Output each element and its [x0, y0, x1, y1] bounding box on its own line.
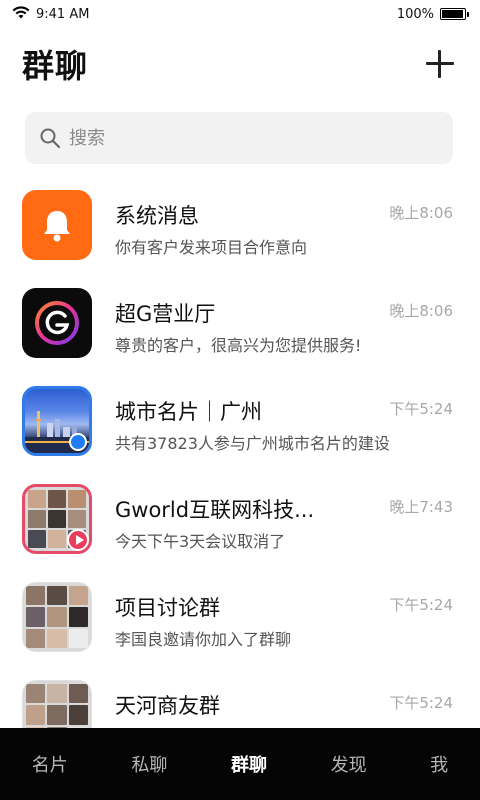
chat-preview: 尊贵的客户，很高兴为您提供服务! [115, 336, 362, 355]
member-photo [48, 530, 66, 548]
avatar [22, 288, 92, 358]
battery-fill [442, 10, 463, 18]
chat-row[interactable]: 系统消息 你有客户发来项目合作意向 晚上8:06 [0, 176, 480, 274]
chat-preview: 你有客户发来项目合作意向 [115, 238, 308, 257]
avatar [22, 190, 92, 260]
chat-title: 天河商友群 [115, 694, 220, 718]
member-photo [68, 490, 86, 508]
tab-discover[interactable]: 发现 [323, 745, 375, 783]
chat-time: 晚上8:06 [389, 302, 453, 320]
member-photo [28, 510, 46, 528]
battery-icon [440, 8, 469, 20]
status-left: 9:41 AM [12, 5, 90, 23]
chat-row[interactable]: Gworld互联网科技... 今天下午3天会议取消了 晚上7:43 [0, 470, 480, 568]
search-icon [40, 128, 61, 149]
member-photo [68, 586, 88, 606]
search-bar[interactable] [25, 112, 453, 164]
member-photo [28, 490, 46, 508]
status-time: 9:41 AM [36, 6, 90, 22]
member-photo [28, 530, 46, 548]
tab-me[interactable]: 我 [422, 745, 456, 783]
chat-row[interactable]: 天河商友群 下午5:24 [0, 666, 480, 728]
location-pin-icon [69, 433, 87, 451]
member-photo [68, 510, 86, 528]
add-button[interactable] [422, 46, 458, 82]
tab-group-chat[interactable]: 群聊 [223, 745, 275, 783]
chat-title: Gworld互联网科技... [115, 498, 315, 522]
wifi-icon [12, 5, 30, 23]
chat-title: 系统消息 [115, 204, 199, 228]
status-bar: 9:41 AM 100% [0, 0, 480, 28]
chat-preview: 今天下午3天会议取消了 [115, 532, 286, 551]
chat-title: 超G营业厅 [115, 302, 216, 326]
chat-time: 晚上7:43 [389, 498, 453, 516]
member-photo [68, 607, 88, 627]
avatar [22, 386, 92, 456]
member-photo [47, 628, 67, 648]
tab-private-chat[interactable]: 私聊 [123, 745, 175, 783]
avatar [22, 680, 92, 728]
chat-time: 下午5:24 [389, 596, 453, 614]
chat-time: 下午5:24 [389, 400, 453, 418]
member-photo [26, 705, 46, 725]
chat-row[interactable]: 超G营业厅 尊贵的客户，很高兴为您提供服务! 晚上8:06 [0, 274, 480, 372]
chat-title: 城市名片｜广州 [115, 400, 262, 424]
tab-cards[interactable]: 名片 [24, 745, 76, 783]
avatar [22, 484, 92, 554]
member-photo [47, 586, 67, 606]
member-photo [47, 607, 67, 627]
member-photo [47, 705, 67, 725]
chat-preview: 李国良邀请你加入了群聊 [115, 630, 292, 649]
member-photo [48, 490, 66, 508]
play-icon [67, 529, 89, 551]
chat-list: 系统消息 你有客户发来项目合作意向 晚上8:06 超G营业厅 尊贵的客户，很高兴… [0, 176, 480, 728]
g-logo-icon [35, 301, 79, 345]
member-photo [68, 705, 88, 725]
chat-row[interactable]: 城市名片｜广州 共有37823人参与广州城市名片的建设 下午5:24 [0, 372, 480, 470]
chat-row[interactable]: 项目讨论群 李国良邀请你加入了群聊 下午5:24 [0, 568, 480, 666]
member-photo [26, 607, 46, 627]
chat-time: 晚上8:06 [389, 204, 453, 222]
avatar [22, 582, 92, 652]
member-photo [26, 586, 46, 606]
chat-preview: 共有37823人参与广州城市名片的建设 [115, 434, 390, 453]
chat-time: 下午5:24 [389, 694, 453, 712]
search-input[interactable] [69, 127, 429, 149]
page-title: 群聊 [22, 47, 89, 85]
member-photo [68, 684, 88, 704]
member-photo [26, 628, 46, 648]
chat-title: 项目讨论群 [115, 596, 220, 620]
battery-percent: 100% [396, 6, 434, 22]
member-photo [48, 510, 66, 528]
member-photo [68, 628, 88, 648]
header: 群聊 [0, 36, 480, 92]
tab-bar: 名片 私聊 群聊 发现 我 [0, 728, 480, 800]
bell-icon [44, 211, 70, 242]
member-photo [26, 684, 46, 704]
status-right: 100% [396, 6, 469, 22]
member-photo [47, 684, 67, 704]
